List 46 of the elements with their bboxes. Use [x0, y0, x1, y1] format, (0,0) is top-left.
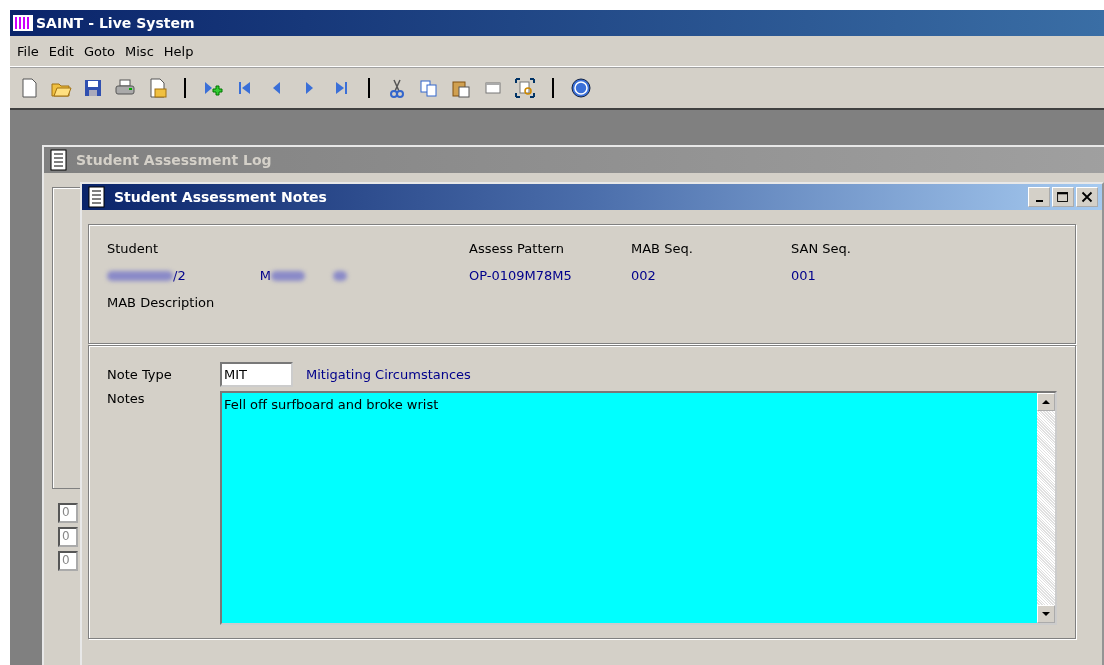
down-arrow-icon [1042, 611, 1050, 617]
field-label: Student [107, 241, 160, 256]
menu-item[interactable]: Edit [43, 41, 79, 61]
maximize-button[interactable] [1052, 187, 1074, 207]
redaction-mark [270, 270, 305, 281]
record-field: 0 [58, 527, 78, 547]
window-title: Student Assessment Log [76, 152, 273, 168]
save-icon[interactable] [82, 77, 104, 99]
scrollbar[interactable] [1037, 393, 1055, 623]
scroll-up-button[interactable] [1037, 393, 1055, 411]
window-title: Student Assessment Notes [114, 189, 328, 205]
document-icon [48, 149, 70, 171]
record-field: 0 [58, 551, 78, 571]
redaction-mark [107, 270, 173, 281]
menu-item[interactable]: Help [158, 41, 199, 61]
field-label: Assess Pattern [469, 241, 565, 256]
assess-pattern: OP-0109M78M5 [469, 268, 573, 283]
field-label: MAB Description [107, 295, 216, 310]
help-icon[interactable] [570, 77, 592, 99]
minimize-button[interactable] [1028, 187, 1050, 207]
field-label: Note Type [107, 367, 173, 382]
record-field: 0 [58, 503, 78, 523]
student-id: /2 [173, 268, 186, 283]
note-type-field[interactable]: MIT [220, 362, 293, 387]
san-seq: 001 [791, 268, 817, 283]
field-label: SAN Seq. [791, 241, 852, 256]
menu-item[interactable]: Misc [120, 41, 159, 61]
notes-text: Fell off surfboard and broke wrist [223, 396, 440, 414]
mab-seq: 002 [631, 268, 657, 283]
up-arrow-icon [1042, 399, 1050, 405]
zoom-fit-icon[interactable] [514, 77, 536, 99]
scroll-down-button[interactable] [1037, 605, 1055, 623]
student-name: M [259, 268, 271, 283]
note-type-description: Mitigating Circumstances [306, 367, 471, 382]
document-icon [86, 186, 108, 208]
copy-icon[interactable] [418, 77, 440, 99]
field-label: Notes [107, 391, 146, 408]
field-label: MAB Seq. [631, 241, 694, 256]
app-title: SAINT - Live System [36, 15, 195, 31]
minimize-icon [1035, 200, 1043, 202]
close-button[interactable] [1076, 187, 1098, 207]
app-logo-icon [12, 12, 34, 34]
menu-item[interactable]: Goto [78, 41, 121, 61]
notes-field[interactable]: Fell off surfboard and broke wrist [220, 391, 1057, 625]
menu-item[interactable]: File [12, 41, 44, 61]
redaction-mark [332, 270, 347, 281]
